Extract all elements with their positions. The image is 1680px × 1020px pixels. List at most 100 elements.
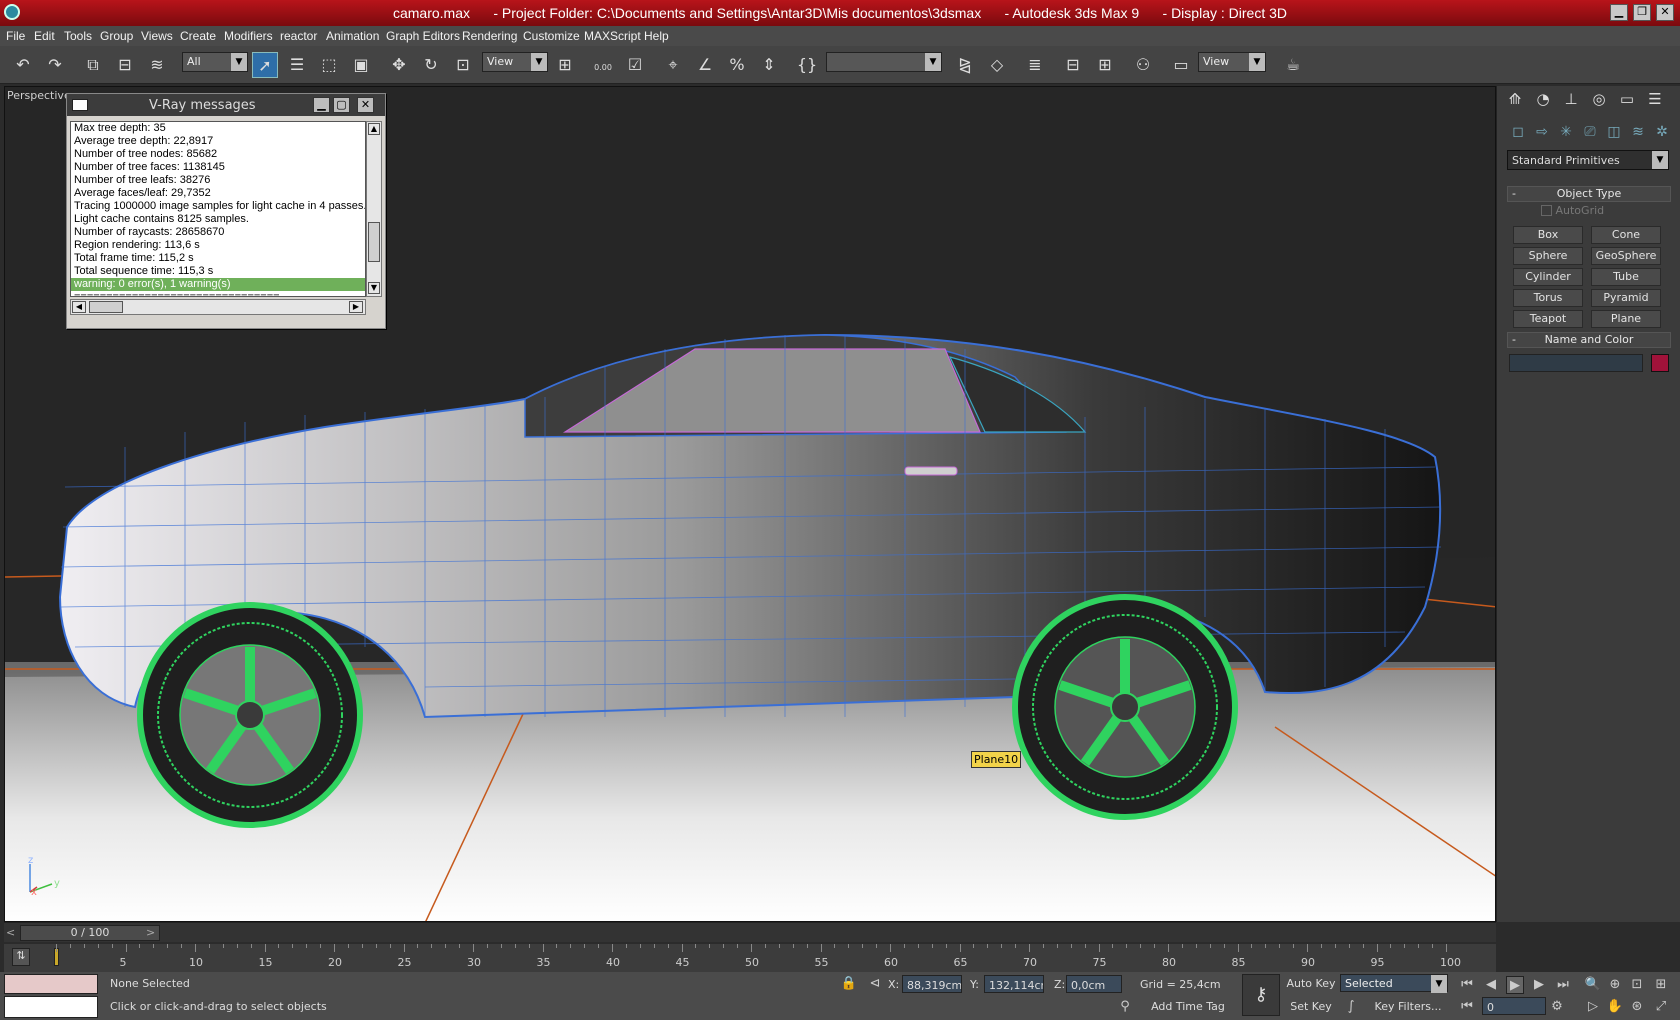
snap-3d-icon[interactable]: ⌖ xyxy=(660,52,686,78)
menu-help[interactable]: Help xyxy=(644,29,669,43)
menu-file[interactable]: File xyxy=(6,29,25,43)
redo-icon[interactable]: ↷ xyxy=(42,52,68,78)
primitive-category-dropdown[interactable]: Standard Primitives ▼ xyxy=(1507,150,1669,170)
z-coordinate-input[interactable]: 0,0cm xyxy=(1066,975,1122,993)
go-to-end-icon[interactable]: ⏭ xyxy=(1554,976,1572,994)
arc-rotate-icon[interactable]: ⊛ xyxy=(1628,998,1646,1016)
maxscript-listener-mini[interactable] xyxy=(4,974,98,994)
menu-group[interactable]: Group xyxy=(100,29,133,43)
quick-render-icon[interactable]: ☕ xyxy=(1280,52,1306,78)
next-frame-icon[interactable]: > xyxy=(146,926,155,939)
scroll-thumb[interactable] xyxy=(368,222,380,262)
box-button[interactable]: Box xyxy=(1513,226,1583,244)
render-setup-icon[interactable]: ▭ xyxy=(1168,52,1194,78)
geosphere-button[interactable]: GeoSphere xyxy=(1591,247,1661,265)
time-tag-icon[interactable]: ⚲ xyxy=(1116,998,1134,1016)
scroll-up-icon[interactable]: ▲ xyxy=(368,123,380,135)
spinner-snap-icon[interactable]: ⇕ xyxy=(756,52,782,78)
minimize-icon[interactable]: ▁ xyxy=(1610,4,1628,21)
rear-wheel[interactable] xyxy=(1012,594,1238,820)
schematic-view-icon[interactable]: ⊞ xyxy=(1092,52,1118,78)
cylinder-button[interactable]: Cylinder xyxy=(1513,268,1583,286)
render-view-dropdown[interactable]: View ▼ xyxy=(1198,52,1266,72)
menu-animation[interactable]: Animation xyxy=(326,29,379,43)
absolute-mode-icon[interactable]: ⊲ xyxy=(866,975,884,993)
y-coordinate-input[interactable]: 132,114cm xyxy=(984,975,1044,993)
menu-views[interactable]: Views xyxy=(141,29,173,43)
object-name-input[interactable] xyxy=(1509,354,1643,372)
zoom-extents-all-icon[interactable]: ⊞ xyxy=(1652,976,1670,994)
move-icon[interactable]: ✥ xyxy=(386,52,412,78)
play-icon[interactable]: ▶ xyxy=(1506,976,1524,994)
layer-manager-icon[interactable]: ≣ xyxy=(1022,52,1048,78)
go-to-start-icon[interactable]: ⏮ xyxy=(1458,976,1476,994)
space-warps-icon[interactable]: ≋ xyxy=(1627,124,1649,144)
align-icon[interactable]: ◇ xyxy=(984,52,1010,78)
menu-rendering[interactable]: Rendering xyxy=(462,29,517,43)
time-configuration-icon[interactable]: ⚙ xyxy=(1548,998,1566,1016)
maxscript-input-mini[interactable] xyxy=(4,996,98,1018)
restore-icon[interactable]: ❐ xyxy=(1633,4,1651,21)
utilities-tab-icon[interactable]: ☰ xyxy=(1643,90,1667,112)
menu-tools[interactable]: Tools xyxy=(64,29,92,43)
undo-icon[interactable]: ↶ xyxy=(10,52,36,78)
front-wheel[interactable] xyxy=(137,602,363,828)
lights-icon[interactable]: ✳ xyxy=(1555,124,1577,144)
track-bar[interactable]: ⇅ 5 10 15 20 25 30 35 40 45 50 55 60 65 70 75 80 85 90 95 1… xyxy=(4,944,1496,972)
sphere-button[interactable]: Sphere xyxy=(1513,247,1583,265)
close-icon[interactable]: ✕ xyxy=(357,97,374,113)
prev-frame-icon[interactable]: < xyxy=(6,926,15,939)
cone-button[interactable]: Cone xyxy=(1591,226,1661,244)
material-editor-icon[interactable]: ⚇ xyxy=(1130,52,1156,78)
key-mode-dropdown[interactable]: Selected ▼ xyxy=(1340,974,1448,993)
menu-edit[interactable]: Edit xyxy=(34,29,55,43)
modify-tab-icon[interactable]: ◔ xyxy=(1531,90,1555,112)
select-object-icon[interactable]: ➚ xyxy=(252,52,278,78)
display-tab-icon[interactable]: ▭ xyxy=(1615,90,1639,112)
default-tangent-icon[interactable]: ∫ xyxy=(1342,998,1360,1016)
object-color-swatch[interactable] xyxy=(1651,354,1669,372)
select-by-name-icon[interactable]: ☰ xyxy=(284,52,310,78)
zoom-all-icon[interactable]: ⊕ xyxy=(1606,976,1624,994)
maximize-icon[interactable]: ▢ xyxy=(333,97,350,113)
key-mode-toggle-icon[interactable]: ⏮ xyxy=(1458,998,1476,1016)
geometry-icon[interactable]: ◻ xyxy=(1507,124,1529,144)
angle-snap-value[interactable]: 0.00 xyxy=(590,52,616,78)
autogrid-checkbox[interactable]: AutoGrid xyxy=(1541,204,1641,220)
vray-vertical-scrollbar[interactable]: ▲ ▼ xyxy=(366,121,382,297)
current-frame-input[interactable]: 0 xyxy=(1482,997,1546,1015)
time-slider[interactable]: 0 / 100 xyxy=(20,925,160,941)
zoom-extents-icon[interactable]: ⊡ xyxy=(1628,976,1646,994)
auto-key-button[interactable]: Auto Key xyxy=(1284,974,1338,994)
key-filters-button[interactable]: Key Filters... xyxy=(1370,997,1446,1017)
set-key-icon[interactable]: ⚷ xyxy=(1242,974,1280,1016)
torus-button[interactable]: Torus xyxy=(1513,289,1583,307)
curve-editor-icon[interactable]: ⊟ xyxy=(1060,52,1086,78)
x-coordinate-input[interactable]: 88,319cm xyxy=(902,975,962,993)
lock-selection-icon[interactable]: 🔒 xyxy=(840,975,858,993)
add-time-tag-button[interactable]: Add Time Tag xyxy=(1136,997,1240,1017)
mirror-icon[interactable]: ⧎ xyxy=(952,52,978,78)
previous-frame-icon[interactable]: ◀ xyxy=(1482,976,1500,994)
selection-filter-dropdown[interactable]: All ▼ xyxy=(182,52,248,72)
scroll-right-icon[interactable]: ▶ xyxy=(349,301,363,313)
create-tab-icon[interactable]: ⟰ xyxy=(1503,90,1527,112)
menu-graph-editors[interactable]: Graph Editors xyxy=(386,29,460,43)
field-of-view-icon[interactable]: ▷ xyxy=(1584,998,1602,1016)
systems-icon[interactable]: ✲ xyxy=(1651,124,1673,144)
pivot-center-icon[interactable]: ⊞ xyxy=(552,52,578,78)
scale-icon[interactable]: ⊡ xyxy=(450,52,476,78)
next-frame-icon[interactable]: ▶ xyxy=(1530,976,1548,994)
percent-snap-icon[interactable]: % xyxy=(724,52,750,78)
named-selection-dropdown[interactable]: ▼ xyxy=(826,52,942,72)
menu-create[interactable]: Create xyxy=(180,29,216,43)
helpers-icon[interactable]: ◫ xyxy=(1603,124,1625,144)
teapot-button[interactable]: Teapot xyxy=(1513,310,1583,328)
close-icon[interactable]: ✕ xyxy=(1656,4,1674,21)
maximize-viewport-icon[interactable]: ⤢ xyxy=(1652,998,1670,1016)
pyramid-button[interactable]: Pyramid xyxy=(1591,289,1661,307)
vray-horizontal-scrollbar[interactable]: ◀ ▶ xyxy=(70,299,366,315)
tube-button[interactable]: Tube xyxy=(1591,268,1661,286)
plane-button[interactable]: Plane xyxy=(1591,310,1661,328)
motion-tab-icon[interactable]: ◎ xyxy=(1587,90,1611,112)
